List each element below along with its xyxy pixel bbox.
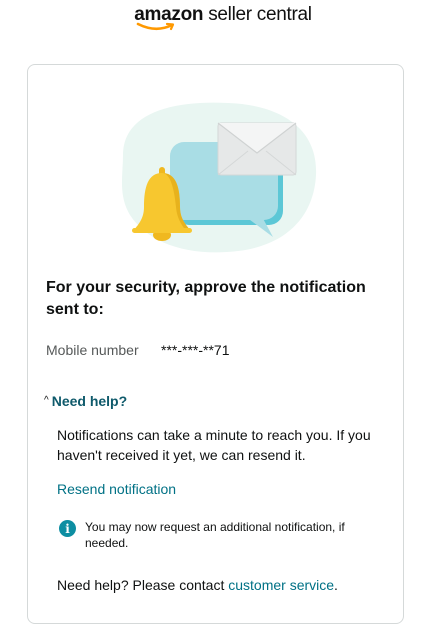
caret-up-icon: ^ — [44, 394, 49, 406]
page-title: For your security, approve the notificat… — [46, 279, 366, 318]
mobile-number-value: ***-***-**71 — [161, 342, 230, 358]
mobile-number-row: Mobile number ***-***-**71 — [46, 342, 229, 358]
logo-seller-central-text: seller central — [203, 4, 312, 25]
info-alert-text: You may now request an additional notifi… — [85, 520, 345, 550]
contact-prefix: Need help? Please contact — [57, 577, 229, 593]
mobile-number-label: Mobile number — [46, 342, 139, 358]
notification-illustration-icon — [121, 102, 317, 253]
resend-notification-link[interactable]: Resend notification — [57, 481, 176, 497]
info-icon: i — [59, 520, 76, 537]
contact-help-text: Need help? Please contact customer servi… — [57, 577, 338, 593]
customer-service-link[interactable]: customer service — [228, 577, 334, 593]
info-alert: i You may now request an additional noti… — [59, 519, 369, 551]
need-help-toggle[interactable]: ^ Need help? — [44, 393, 127, 409]
seller-central-logo[interactable]: amazon seller central — [0, 2, 446, 34]
help-description: Notifications can take a minute to reach… — [57, 427, 371, 463]
contact-suffix: . — [334, 577, 338, 593]
verification-card: For your security, approve the notificat… — [27, 64, 404, 624]
amazon-smile-icon — [136, 22, 175, 31]
need-help-label: Need help? — [51, 393, 128, 409]
